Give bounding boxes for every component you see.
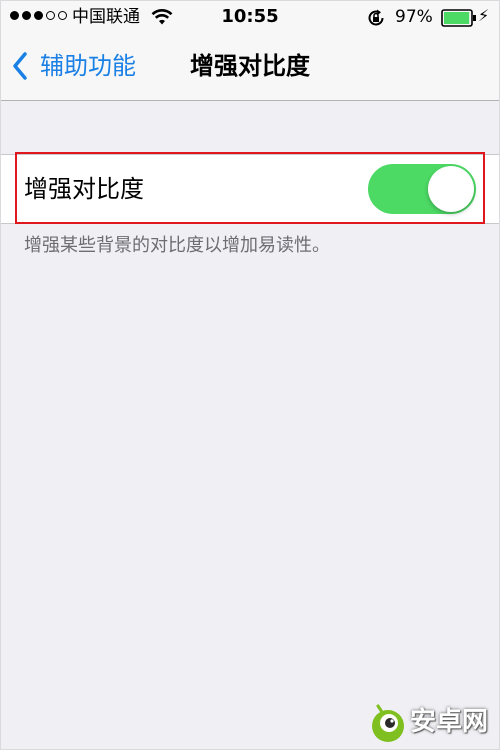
page-title: 增强对比度 [190, 52, 310, 80]
setting-label: 增强对比度 [24, 175, 144, 203]
navigation-bar: 辅助功能 增强对比度 [0, 36, 500, 101]
watermark: 安卓网 [368, 700, 488, 744]
setting-footer-note: 增强某些背景的对比度以增加易读性。 [24, 235, 330, 256]
android-logo-icon [372, 704, 404, 742]
battery-percentage: 97% [395, 7, 433, 27]
status-bar: 中国联通 10:55 97% ⚡ [0, 0, 500, 36]
rotation-lock-icon [368, 9, 384, 26]
watermark-text: 安卓网 [410, 707, 489, 737]
enhance-contrast-toggle[interactable] [368, 164, 476, 214]
toggle-knob [428, 166, 474, 212]
battery-icon [441, 9, 476, 27]
image-border [0, 0, 500, 750]
enhance-contrast-row: 增强对比度 [0, 154, 500, 224]
charging-icon: ⚡ [478, 6, 490, 25]
